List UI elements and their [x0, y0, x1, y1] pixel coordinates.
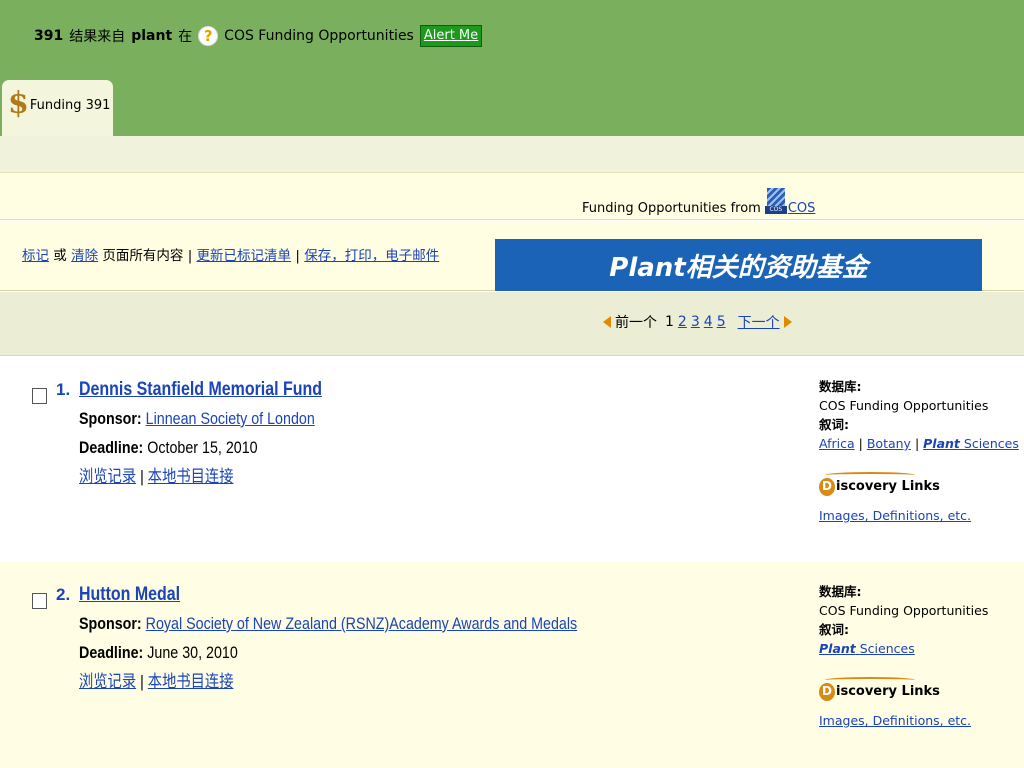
- discovery-links-text: iscovery Links: [836, 684, 940, 699]
- browse-record-link[interactable]: 浏览记录: [79, 672, 136, 691]
- clear-link[interactable]: 清除: [71, 248, 98, 264]
- database-name: COS Funding Opportunities: [224, 28, 414, 44]
- result-summary: 391 结果来自 plant 在 ? COS Funding Opportuni…: [34, 22, 483, 50]
- pagination: 前一个 1 2 3 4 5 下一个: [603, 312, 792, 332]
- separator: |: [140, 467, 144, 486]
- current-page: 1: [665, 314, 674, 330]
- funding-source-text: Funding Opportunities from: [582, 201, 761, 216]
- database-value: COS Funding Opportunities: [819, 603, 989, 618]
- source-band: [0, 172, 1024, 220]
- separator: |: [914, 436, 920, 451]
- question-icon[interactable]: ?: [198, 26, 219, 46]
- discovery-d-icon: D: [819, 477, 835, 496]
- page-link-5[interactable]: 5: [717, 314, 726, 330]
- update-marked-link[interactable]: 更新已标记清单: [197, 248, 292, 264]
- result-count: 391: [34, 28, 64, 44]
- descriptor-plant-sciences-link[interactable]: Plant Sciences: [923, 436, 1019, 451]
- descriptor-sciences-word: Sciences: [859, 641, 915, 656]
- deadline-value: June 30, 2010: [147, 643, 238, 662]
- record-number: 1.: [56, 380, 71, 399]
- sponsor-link[interactable]: Linnean Society of London: [146, 409, 315, 428]
- funding-source-line: Funding Opportunities from COS COS: [582, 172, 815, 220]
- or-label: 或: [53, 248, 67, 264]
- tab-funding[interactable]: $ Funding 391: [2, 80, 113, 136]
- descriptor-botany-link[interactable]: Botany: [867, 436, 911, 451]
- result-from-label: 结果来自: [69, 29, 126, 45]
- deadline-value: October 15, 2010: [147, 438, 258, 457]
- descriptor-label: 叙词:: [819, 622, 849, 637]
- search-query: plant: [131, 28, 173, 44]
- dollar-icon: $: [8, 86, 29, 121]
- results-header: 391 结果来自 plant 在 ? COS Funding Opportuni…: [0, 0, 1024, 136]
- local-holdings-link[interactable]: 本地书目连接: [148, 672, 234, 691]
- cos-link[interactable]: COS: [788, 201, 816, 216]
- tab-content-band: [0, 136, 1024, 172]
- action-links: 标记 或 清除 页面所有内容 | 更新已标记清单 | 保存，打印，电子邮件: [22, 244, 439, 264]
- discovery-links-logo: D iscovery Links: [819, 677, 988, 701]
- record-details: Dennis Stanfield Memorial Fund Sponsor: …: [79, 375, 322, 491]
- record-title-link[interactable]: Dennis Stanfield Memorial Fund: [79, 379, 322, 400]
- local-holdings-link[interactable]: 本地书目连接: [148, 467, 234, 486]
- next-page-link[interactable]: 下一个: [738, 312, 780, 332]
- pager-band: [0, 292, 1024, 356]
- page-link-3[interactable]: 3: [691, 314, 700, 330]
- database-value: COS Funding Opportunities: [819, 398, 989, 413]
- sponsor-label: Sponsor:: [79, 614, 142, 633]
- descriptor-plant-sciences-link[interactable]: Plant Sciences: [819, 641, 915, 656]
- next-arrow-icon[interactable]: [783, 316, 792, 328]
- tab-funding-label: Funding 391: [29, 98, 111, 113]
- mark-link[interactable]: 标记: [22, 248, 49, 264]
- cos-logo-icon[interactable]: COS: [764, 188, 787, 214]
- save-print-email-link[interactable]: 保存，打印，电子邮件: [304, 248, 439, 264]
- record-checkbox[interactable]: [32, 388, 47, 404]
- separator: |: [187, 248, 193, 264]
- result-record: 1. Dennis Stanfield Memorial Fund Sponso…: [0, 357, 1024, 562]
- database-label: 数据库:: [819, 379, 862, 394]
- separator: |: [295, 248, 300, 264]
- descriptor-africa-link[interactable]: Africa: [819, 436, 855, 451]
- discovery-d-icon: D: [819, 682, 835, 701]
- record-title-link[interactable]: Hutton Medal: [79, 584, 180, 605]
- descriptor-plant-word: Plant: [819, 641, 856, 656]
- deadline-label: Deadline:: [79, 643, 144, 662]
- images-definitions-link[interactable]: Images, Definitions, etc.: [819, 508, 971, 523]
- descriptor-plant-word: Plant: [923, 436, 960, 451]
- prev-arrow-icon[interactable]: [603, 316, 611, 328]
- result-record: 2. Hutton Medal Sponsor: Royal Society o…: [0, 562, 1024, 768]
- record-sidebar: 数据库: COS Funding Opportunities 叙词: Afric…: [819, 377, 1019, 525]
- page-title-banner: Plant相关的资助基金: [495, 239, 982, 291]
- alert-me-button[interactable]: Alert Me: [419, 25, 483, 47]
- separator: |: [858, 436, 863, 451]
- database-label: 数据库:: [819, 584, 862, 599]
- prev-page-label[interactable]: 前一个: [615, 312, 657, 332]
- discovery-links-logo: D iscovery Links: [819, 472, 1019, 496]
- sponsor-link[interactable]: Royal Society of New Zealand (RSNZ)Acade…: [146, 614, 577, 633]
- record-checkbox[interactable]: [32, 593, 47, 609]
- record-number: 2.: [56, 585, 71, 604]
- browse-record-link[interactable]: 浏览记录: [79, 467, 136, 486]
- record-sidebar: 数据库: COS Funding Opportunities 叙词: Plant…: [819, 582, 988, 730]
- images-definitions-link[interactable]: Images, Definitions, etc.: [819, 713, 971, 728]
- page-link-2[interactable]: 2: [678, 314, 687, 330]
- descriptor-sciences-word: Sciences: [963, 436, 1019, 451]
- separator: |: [140, 672, 144, 691]
- descriptor-label: 叙词:: [819, 417, 849, 432]
- sponsor-label: Sponsor:: [79, 409, 142, 428]
- in-label: 在: [178, 29, 193, 45]
- deadline-label: Deadline:: [79, 438, 144, 457]
- cos-logo-text: COS: [764, 206, 787, 214]
- record-details: Hutton Medal Sponsor: Royal Society of N…: [79, 580, 577, 696]
- discovery-links-text: iscovery Links: [836, 479, 940, 494]
- page-all-label: 页面所有内容: [102, 248, 184, 264]
- page-link-4[interactable]: 4: [704, 314, 713, 330]
